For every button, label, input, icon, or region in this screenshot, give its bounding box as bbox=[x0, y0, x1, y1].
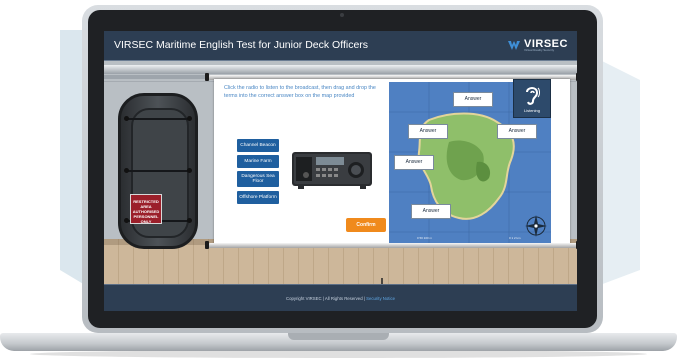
footer: Copyright VIRSEC | All Rights Reserved |… bbox=[104, 284, 577, 311]
rod-cap bbox=[576, 241, 577, 249]
title-bar: VIRSEC Maritime English Test for Junior … bbox=[104, 31, 577, 61]
term-marine-farm[interactable]: Marine Farm bbox=[237, 155, 279, 168]
door-bolt bbox=[124, 218, 129, 223]
restricted-area-sign: RESTRICTED AREA AUTHORISED PERSONNEL ONL… bbox=[130, 194, 162, 224]
answer-box-5[interactable]: Answer bbox=[411, 204, 451, 219]
term-offshore-platform[interactable]: Offshore Platform bbox=[237, 191, 279, 204]
map-scale-right: 0 1 2 km bbox=[509, 236, 521, 240]
answer-box-4[interactable]: Answer bbox=[394, 155, 434, 170]
app-title: VIRSEC Maritime English Test for Junior … bbox=[114, 39, 369, 51]
security-notice-link[interactable]: Security Notice bbox=[366, 296, 395, 301]
app-screen: VIRSEC Maritime English Test for Junior … bbox=[104, 31, 577, 311]
confirm-button[interactable]: Confirm bbox=[346, 218, 386, 232]
laptop-notch bbox=[288, 333, 389, 340]
listening-button[interactable]: Listening bbox=[513, 79, 551, 118]
answer-box-3[interactable]: Answer bbox=[497, 124, 537, 139]
compass-rose-icon bbox=[525, 215, 547, 237]
answer-box-1[interactable]: Answer bbox=[453, 92, 493, 107]
term-dangerous-sea-floor[interactable]: Dangerous Sea Floor bbox=[237, 171, 279, 187]
listening-label: Listening bbox=[523, 108, 540, 113]
webcam bbox=[340, 13, 344, 17]
ear-icon bbox=[526, 87, 540, 105]
sign-text: RESTRICTED AREA AUTHORISED PERSONNEL ONL… bbox=[132, 199, 160, 224]
rod-cap bbox=[576, 73, 577, 81]
map-scale-left: 0 50 100 m bbox=[417, 236, 433, 240]
door-bolt bbox=[124, 168, 129, 173]
term-channel-beacon[interactable]: Channel Beacon bbox=[237, 139, 279, 152]
logo-mark-icon bbox=[508, 41, 520, 50]
door-bolt bbox=[124, 116, 129, 121]
watertight-door bbox=[118, 93, 198, 249]
answer-box-2[interactable]: Answer bbox=[408, 124, 448, 139]
door-bar bbox=[125, 118, 191, 120]
laptop-shadow bbox=[30, 350, 647, 358]
task-instructions: Click the radio to listen to the broadca… bbox=[224, 85, 376, 99]
footer-text: Copyright VIRSEC | All Rights Reserved |… bbox=[104, 296, 577, 301]
logo-subtext: Virtual Reality Security bbox=[524, 48, 555, 52]
board-bottom-rod bbox=[208, 243, 577, 248]
ceiling-pipe bbox=[104, 65, 577, 74]
door-bolt bbox=[187, 168, 192, 173]
vhf-radio-button[interactable] bbox=[290, 148, 374, 190]
copyright-text: Copyright VIRSEC | All Rights Reserved | bbox=[286, 296, 365, 301]
door-bar bbox=[125, 170, 191, 172]
rod-cap bbox=[205, 73, 209, 81]
door-bolt bbox=[187, 218, 192, 223]
door-bolt bbox=[187, 116, 192, 121]
virsec-logo: VIRSEC Virtual Reality Security bbox=[507, 38, 567, 53]
rod-cap bbox=[205, 241, 209, 249]
